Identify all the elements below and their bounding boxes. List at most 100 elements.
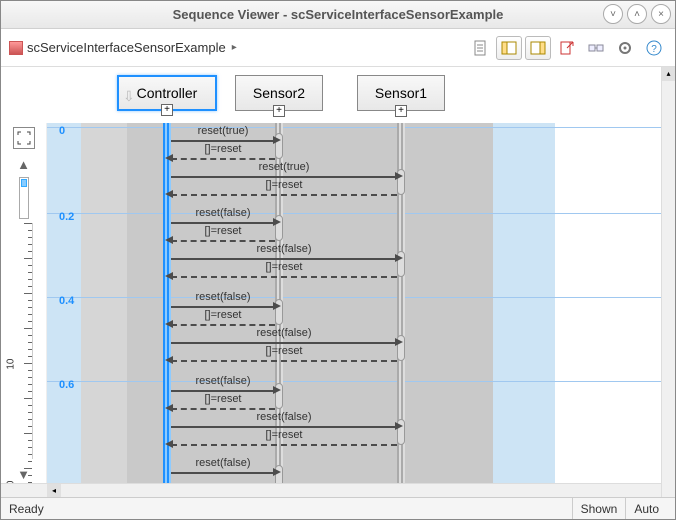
panel1-button[interactable] — [496, 36, 522, 60]
model-icon — [9, 41, 23, 55]
message-label: reset(true) — [259, 161, 310, 173]
statusbar: Ready Shown Auto — [1, 497, 675, 519]
message-label: reset(false) — [195, 457, 250, 469]
help-button[interactable]: ? — [641, 36, 667, 60]
arrow-icon — [165, 272, 173, 280]
toolbar: scServiceInterfaceSensorExample ▸ ? — [1, 29, 675, 67]
window: Sequence Viewer - scServiceInterfaceSens… — [0, 0, 676, 520]
arrow-icon — [165, 154, 173, 162]
message-label: []=reset — [266, 429, 303, 441]
message-label: []=reset — [266, 179, 303, 191]
arrow-icon — [273, 468, 281, 476]
collapse-button[interactable]: ▲ — [12, 155, 36, 173]
lifeline-sensor2[interactable]: Sensor2+ — [235, 75, 323, 111]
message-label: []=reset — [266, 261, 303, 273]
message-label: []=reset — [205, 225, 242, 237]
message-label: reset(false) — [195, 207, 250, 219]
window-title: Sequence Viewer - scServiceInterfaceSens… — [173, 7, 504, 22]
header-track: Controller⇩+Sensor2+Sensor1+ — [47, 67, 675, 123]
message[interactable]: []=reset — [167, 347, 401, 365]
arrow-icon — [395, 172, 403, 180]
export-icon — [559, 40, 575, 56]
arrow-icon — [165, 320, 173, 328]
arrow-icon — [273, 386, 281, 394]
message-label: reset(false) — [256, 411, 311, 423]
fit-icon — [17, 131, 31, 145]
arrow-icon — [395, 254, 403, 262]
close-button[interactable]: × — [651, 4, 671, 24]
arrow-icon — [395, 422, 403, 430]
arrow-icon — [165, 356, 173, 364]
content-area: Controller⇩+Sensor2+Sensor1+ ▲ 1020 ▼ 00… — [1, 67, 675, 497]
expand-lifeline-button[interactable]: + — [395, 105, 407, 117]
message-label: reset(false) — [195, 291, 250, 303]
panel1-icon — [501, 40, 517, 56]
link-icon — [588, 40, 604, 56]
status-auto: Auto — [625, 498, 667, 519]
left-gutter: ▲ 1020 ▼ — [1, 123, 47, 483]
time-label: 0.4 — [59, 295, 74, 307]
vertical-scrollbar[interactable]: ▴ — [661, 67, 675, 497]
time-ruler: 1020 — [15, 223, 33, 459]
scroll-left-button[interactable]: ◂ — [47, 484, 61, 497]
scroll-up-button[interactable]: ▴ — [662, 67, 675, 81]
minimize-button[interactable]: ˅ — [603, 4, 623, 24]
lifeline-label: Sensor1 — [375, 85, 427, 101]
doc-button[interactable] — [467, 36, 493, 60]
time-label: 0 — [59, 125, 65, 137]
time-label: 0.6 — [59, 379, 74, 391]
horizontal-scrollbar[interactable]: ◂ ▸ — [1, 483, 675, 497]
message-label: reset(false) — [256, 327, 311, 339]
message[interactable]: []=reset — [167, 181, 401, 199]
panel2-button[interactable] — [525, 36, 551, 60]
doc-icon — [472, 40, 488, 56]
message[interactable]: reset(false) — [167, 459, 279, 477]
message-label: reset(true) — [198, 125, 249, 137]
lifeline-label: Controller — [137, 85, 198, 101]
export-button[interactable] — [554, 36, 580, 60]
arrow-icon — [165, 440, 173, 448]
arrow-icon — [165, 190, 173, 198]
sequence-body: ▲ 1020 ▼ 00.20.40.6reset(true)[]=resetre… — [1, 123, 675, 483]
arrow-icon — [165, 236, 173, 244]
expand-lifeline-button[interactable]: + — [273, 105, 285, 117]
message-label: []=reset — [205, 309, 242, 321]
arrow-icon — [273, 218, 281, 226]
status-ready: Ready — [9, 502, 44, 516]
maximize-button[interactable]: ˄ — [627, 4, 647, 24]
arrow-icon — [395, 338, 403, 346]
ruler-label: 20 — [6, 481, 17, 484]
message-label: []=reset — [266, 345, 303, 357]
help-icon: ? — [646, 40, 662, 56]
link-button[interactable] — [583, 36, 609, 60]
lifeline-controller[interactable]: Controller⇩+ — [117, 75, 217, 111]
settings-button[interactable] — [612, 36, 638, 60]
gear-icon — [617, 40, 633, 56]
message-label: []=reset — [205, 393, 242, 405]
message[interactable]: []=reset — [167, 263, 401, 281]
breadcrumb-arrow-icon[interactable]: ▸ — [232, 42, 237, 53]
panel2-icon — [530, 40, 546, 56]
lifeline-label: Sensor2 — [253, 85, 305, 101]
lifeline-header: Controller⇩+Sensor2+Sensor1+ — [1, 67, 675, 123]
expand-lifeline-button[interactable]: + — [161, 104, 173, 116]
ruler-label: 10 — [6, 359, 17, 370]
message-label: reset(false) — [195, 375, 250, 387]
fit-to-view-button[interactable] — [13, 127, 35, 149]
lifeline-sensor1[interactable]: Sensor1+ — [357, 75, 445, 111]
arrow-icon — [273, 302, 281, 310]
message-label: []=reset — [205, 143, 242, 155]
svg-text:?: ? — [651, 44, 657, 55]
message[interactable]: []=reset — [167, 431, 401, 449]
breadcrumb[interactable]: scServiceInterfaceSensorExample — [27, 40, 226, 55]
titlebar: Sequence Viewer - scServiceInterfaceSens… — [1, 1, 675, 29]
time-label: 0.2 — [59, 211, 74, 223]
grip-icon: ⇩ — [123, 89, 133, 105]
arrow-icon — [165, 404, 173, 412]
arrow-icon — [273, 136, 281, 144]
overview-scroll[interactable] — [19, 177, 29, 219]
window-controls: ˅ ˄ × — [603, 4, 671, 24]
sequence-canvas[interactable]: 0 0.2 0.4 0.6 reset(true) []=reset reset(true)… — [47, 123, 675, 483]
message-label: reset(false) — [256, 243, 311, 255]
status-shown: Shown — [572, 498, 626, 519]
